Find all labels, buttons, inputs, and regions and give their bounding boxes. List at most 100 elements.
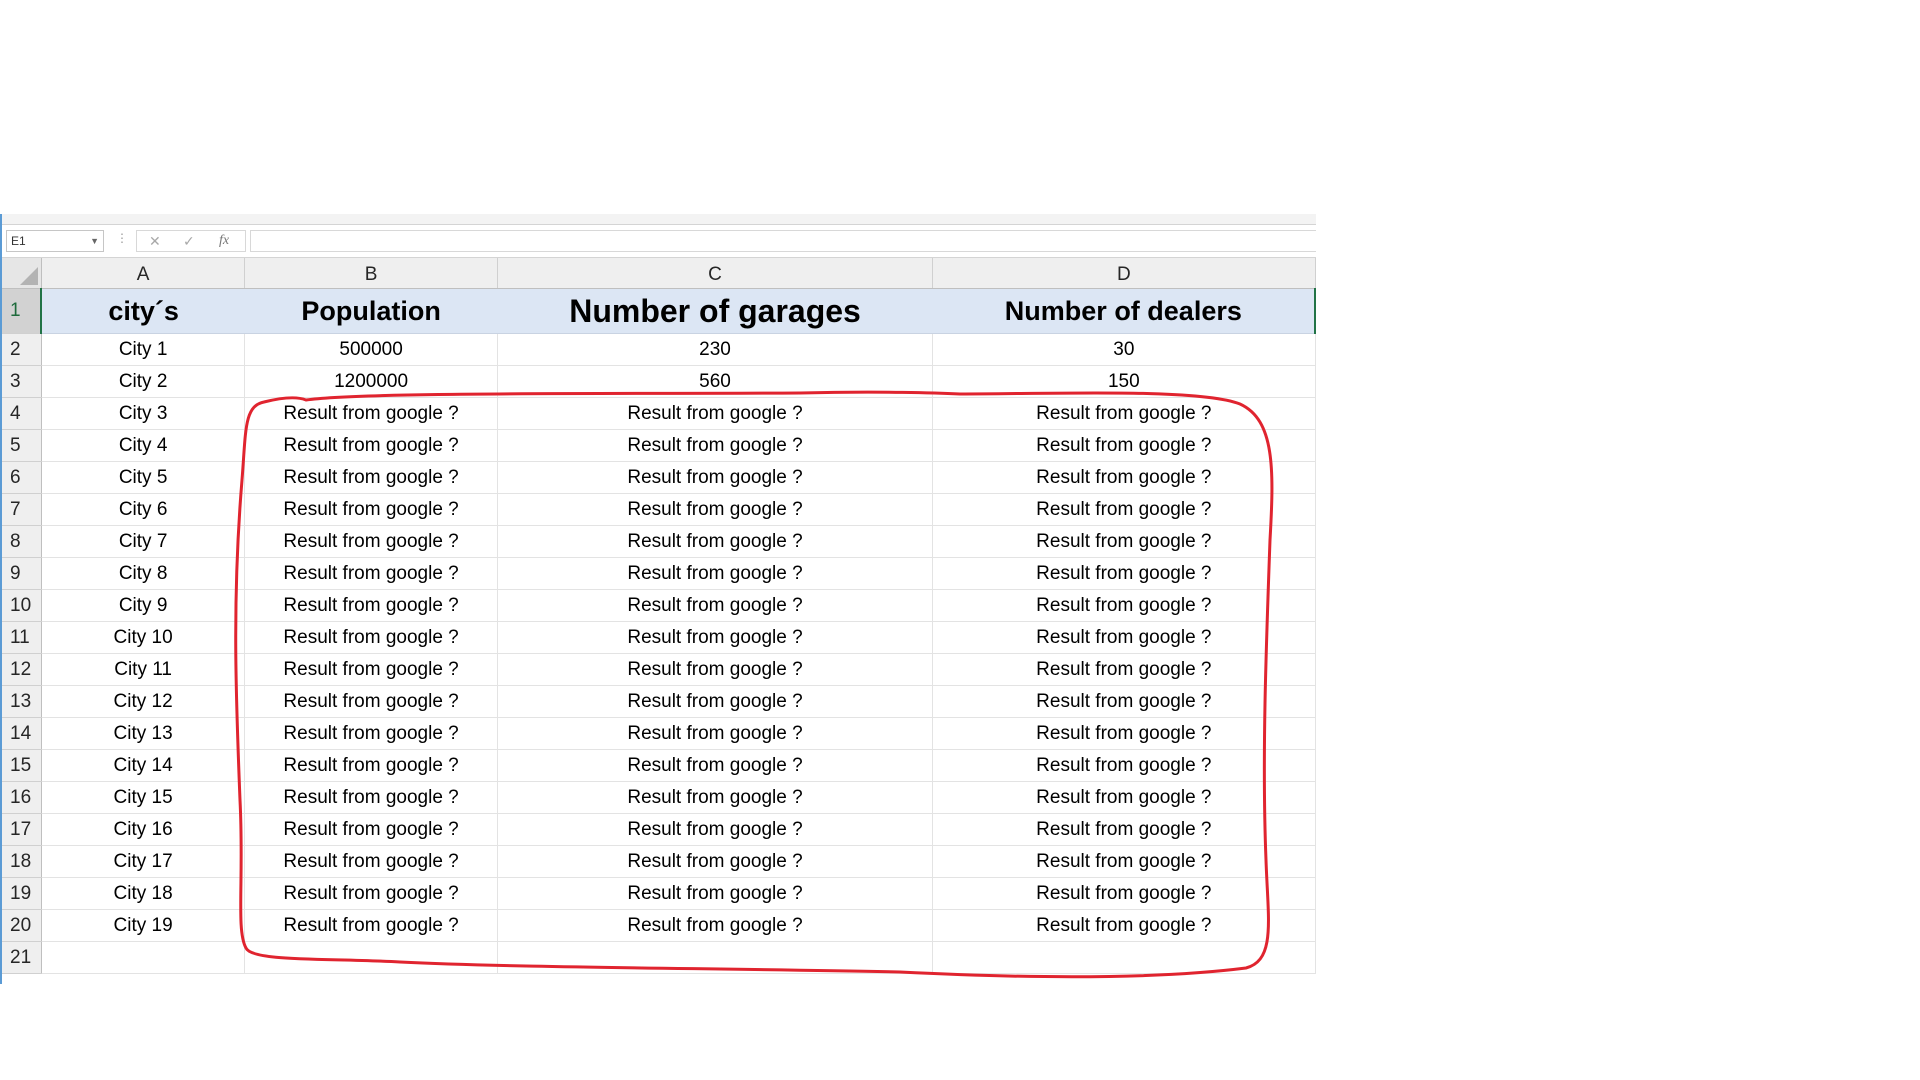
cell-dealers[interactable]: Result from google ? xyxy=(932,781,1316,814)
cell-city[interactable]: City 2 xyxy=(41,365,246,398)
row-header[interactable]: 1 xyxy=(2,288,43,334)
cell-garages[interactable]: Result from google ? xyxy=(497,781,934,814)
drag-handle-icon[interactable]: ⋮ xyxy=(116,231,128,245)
cell-population[interactable]: Result from google ? xyxy=(244,845,498,878)
cell-population[interactable]: Result from google ? xyxy=(244,397,498,430)
chevron-down-icon[interactable]: ▼ xyxy=(90,231,99,251)
cell-city[interactable] xyxy=(41,941,246,974)
cell-population[interactable]: Result from google ? xyxy=(244,557,498,590)
cell-city[interactable]: City 4 xyxy=(41,429,246,462)
row-header[interactable]: 15 xyxy=(2,749,42,782)
cell-garages[interactable]: Result from google ? xyxy=(497,749,934,782)
row-header[interactable]: 13 xyxy=(2,685,42,718)
header-cell-city[interactable]: city´s xyxy=(41,288,245,334)
cell-garages[interactable]: 230 xyxy=(497,333,934,366)
row-header[interactable]: 3 xyxy=(2,365,42,398)
cell-garages[interactable]: Result from google ? xyxy=(497,877,934,910)
row-header[interactable]: 10 xyxy=(2,589,42,622)
cell-garages[interactable]: Result from google ? xyxy=(497,909,934,942)
cell-dealers[interactable]: Result from google ? xyxy=(932,685,1316,718)
cell-city[interactable]: City 11 xyxy=(41,653,246,686)
row-header[interactable]: 19 xyxy=(2,877,42,910)
cell-garages[interactable] xyxy=(497,941,934,974)
cell-city[interactable]: City 6 xyxy=(41,493,246,526)
cell-city[interactable]: City 17 xyxy=(41,845,246,878)
cell-dealers[interactable]: Result from google ? xyxy=(932,909,1316,942)
row-header[interactable]: 5 xyxy=(2,429,42,462)
cell-garages[interactable]: Result from google ? xyxy=(497,461,934,494)
cell-dealers[interactable]: Result from google ? xyxy=(932,493,1316,526)
row-header[interactable]: 20 xyxy=(2,909,42,942)
cell-population[interactable]: Result from google ? xyxy=(244,589,498,622)
cell-population[interactable]: Result from google ? xyxy=(244,621,498,654)
row-header[interactable]: 6 xyxy=(2,461,42,494)
cell-dealers[interactable]: Result from google ? xyxy=(932,589,1316,622)
cell-dealers[interactable]: Result from google ? xyxy=(932,429,1316,462)
cell-city[interactable]: City 8 xyxy=(41,557,246,590)
cell-dealers[interactable]: 30 xyxy=(932,333,1316,366)
cell-population[interactable]: Result from google ? xyxy=(244,493,498,526)
name-box[interactable]: E1 ▼ xyxy=(6,230,104,252)
cell-dealers[interactable]: Result from google ? xyxy=(932,877,1316,910)
cell-dealers[interactable] xyxy=(932,941,1316,974)
cell-city[interactable]: City 3 xyxy=(41,397,246,430)
cell-garages[interactable]: Result from google ? xyxy=(497,845,934,878)
cell-city[interactable]: City 5 xyxy=(41,461,246,494)
cell-population[interactable]: Result from google ? xyxy=(244,429,498,462)
row-header[interactable]: 21 xyxy=(2,941,42,974)
cell-garages[interactable]: Result from google ? xyxy=(497,717,934,750)
cell-dealers[interactable]: Result from google ? xyxy=(932,461,1316,494)
cell-garages[interactable]: Result from google ? xyxy=(497,493,934,526)
cell-garages[interactable]: 560 xyxy=(497,365,934,398)
cell-population[interactable]: Result from google ? xyxy=(244,717,498,750)
cell-population[interactable]: 500000 xyxy=(244,333,498,366)
cell-garages[interactable]: Result from google ? xyxy=(497,589,934,622)
row-header[interactable]: 7 xyxy=(2,493,42,526)
cell-garages[interactable]: Result from google ? xyxy=(497,813,934,846)
cell-population[interactable]: 1200000 xyxy=(244,365,498,398)
row-header[interactable]: 16 xyxy=(2,781,42,814)
row-header[interactable]: 11 xyxy=(2,621,42,654)
cell-city[interactable]: City 7 xyxy=(41,525,246,558)
header-cell-dealers[interactable]: Number of dealers xyxy=(932,288,1317,334)
cell-city[interactable]: City 14 xyxy=(41,749,246,782)
row-header[interactable]: 12 xyxy=(2,653,42,686)
row-header[interactable]: 4 xyxy=(2,397,42,430)
cell-city[interactable]: City 9 xyxy=(41,589,246,622)
column-header-b[interactable]: B xyxy=(244,258,498,289)
header-cell-population[interactable]: Population xyxy=(244,288,498,334)
cell-city[interactable]: City 15 xyxy=(41,781,246,814)
cell-city[interactable]: City 13 xyxy=(41,717,246,750)
column-header-a[interactable]: A xyxy=(41,258,246,289)
row-header[interactable]: 14 xyxy=(2,717,42,750)
row-header[interactable]: 9 xyxy=(2,557,42,590)
cell-garages[interactable]: Result from google ? xyxy=(497,621,934,654)
cell-population[interactable]: Result from google ? xyxy=(244,525,498,558)
row-header[interactable]: 18 xyxy=(2,845,42,878)
cell-dealers[interactable]: Result from google ? xyxy=(932,749,1316,782)
cell-population[interactable] xyxy=(244,941,498,974)
cell-population[interactable]: Result from google ? xyxy=(244,461,498,494)
cell-city[interactable]: City 1 xyxy=(41,333,246,366)
cell-population[interactable]: Result from google ? xyxy=(244,877,498,910)
cell-garages[interactable]: Result from google ? xyxy=(497,397,934,430)
cell-dealers[interactable]: Result from google ? xyxy=(932,653,1316,686)
column-header-d[interactable]: D xyxy=(932,258,1316,289)
cell-dealers[interactable]: Result from google ? xyxy=(932,717,1316,750)
cell-city[interactable]: City 10 xyxy=(41,621,246,654)
cell-population[interactable]: Result from google ? xyxy=(244,813,498,846)
cell-garages[interactable]: Result from google ? xyxy=(497,653,934,686)
cell-dealers[interactable]: Result from google ? xyxy=(932,525,1316,558)
cell-city[interactable]: City 18 xyxy=(41,877,246,910)
cell-dealers[interactable]: Result from google ? xyxy=(932,813,1316,846)
formula-input[interactable] xyxy=(250,230,1316,252)
row-header[interactable]: 17 xyxy=(2,813,42,846)
row-header[interactable]: 2 xyxy=(2,333,42,366)
cell-city[interactable]: City 16 xyxy=(41,813,246,846)
cell-dealers[interactable]: Result from google ? xyxy=(932,557,1316,590)
cell-population[interactable]: Result from google ? xyxy=(244,909,498,942)
cell-garages[interactable]: Result from google ? xyxy=(497,429,934,462)
cell-population[interactable]: Result from google ? xyxy=(244,685,498,718)
cell-garages[interactable]: Result from google ? xyxy=(497,685,934,718)
cell-garages[interactable]: Result from google ? xyxy=(497,557,934,590)
